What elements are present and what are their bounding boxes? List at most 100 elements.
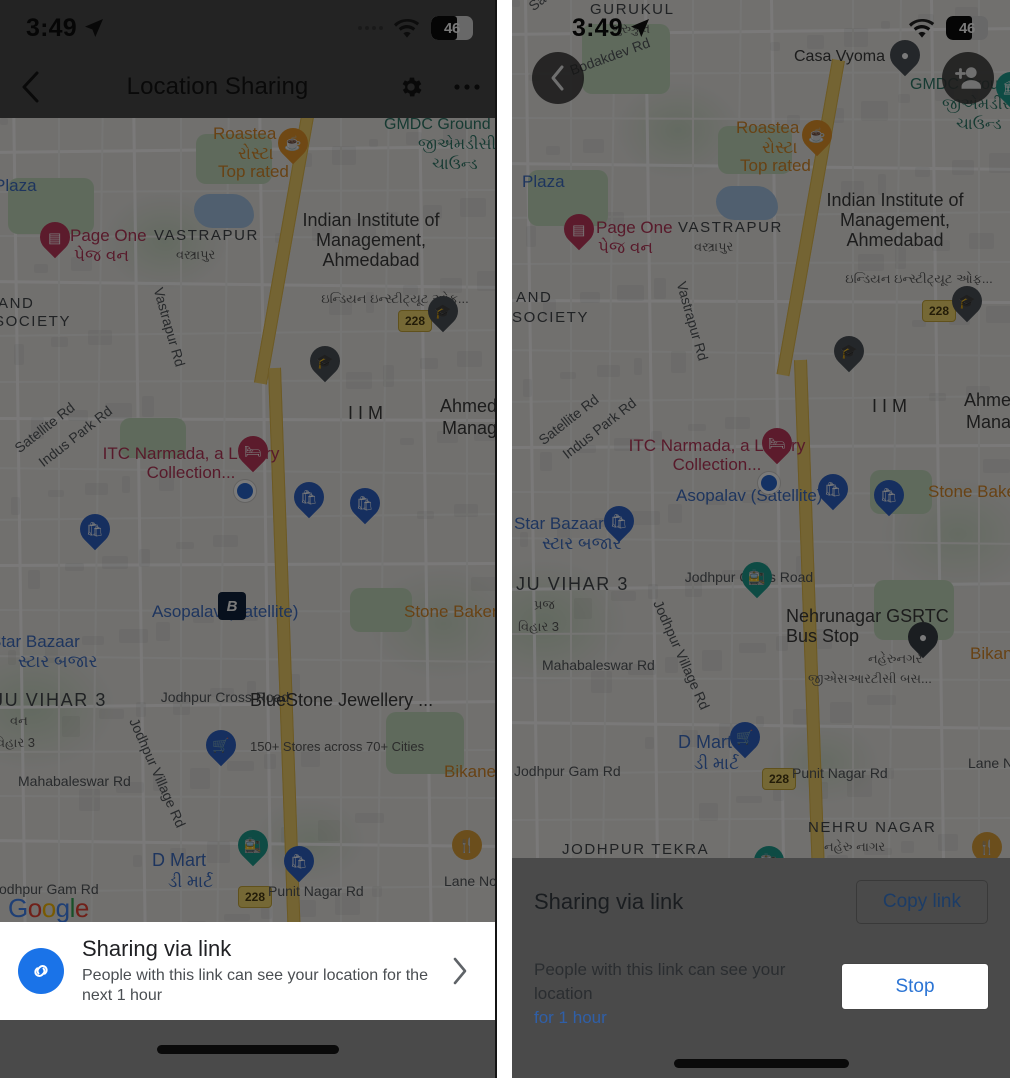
map-pin-shop[interactable]: 🛍 (811, 467, 855, 514)
map-label: વસ્ત્રાપુર (694, 239, 734, 254)
right-phone-panel: 228 228 ● 🏛 ☕ ▤ 🎓 🎓 🛏 🛍 🛍 🛍 🚉 ● 🛒 🚉 🍴 Sa… (512, 0, 1010, 1078)
map-pin-star-bazaar[interactable]: 🛍 (597, 499, 641, 546)
stop-button[interactable]: Stop (842, 964, 988, 1009)
copy-link-button[interactable]: Copy link (855, 880, 988, 924)
left-phone-panel: 228 228 ☕ ▤ 🎓 🎓 🛏 🛍 🛍 🛍 B 🛒 🚉 🛍 🍴 Google… (0, 0, 497, 1078)
highway-shield: 228 (762, 768, 796, 790)
settings-button[interactable] (383, 74, 439, 100)
map-logo-bluestone[interactable]: B (218, 592, 246, 620)
map-label: D Mart (678, 732, 732, 752)
map-label: Management (966, 412, 1010, 432)
app-bar: Location Sharing (0, 56, 495, 118)
map-pin-itc-narmada[interactable]: 🛏 (755, 421, 799, 468)
overflow-menu-button[interactable] (439, 83, 495, 91)
map-pin-school[interactable]: 🎓 (303, 339, 347, 386)
map-label: વિહાર 3 (518, 619, 560, 634)
map-label: SOCIETY (512, 309, 590, 326)
map-label: AND (516, 289, 553, 306)
map-icon-restaurant[interactable]: 🍴 (452, 830, 482, 860)
map-pin-shop[interactable]: 🛍 (277, 839, 321, 886)
map-label: Stone Bakery (928, 482, 1010, 501)
map-label: Plaza (522, 172, 565, 191)
map-label: Jodhpur Gam Rd (514, 763, 621, 779)
map-pin-dmart[interactable]: 🛒 (199, 723, 243, 770)
map-icon-restaurant[interactable]: 🍴 (972, 832, 1002, 858)
map-pin-gmdc[interactable]: 🏛 (989, 65, 1010, 112)
map-label: JODHPUR TEKRA (562, 841, 710, 858)
wifi-icon (394, 18, 420, 38)
sheet-description: People with this link can see your locat… (534, 960, 786, 1004)
map-label: JU VIHAR 3 (0, 690, 108, 710)
map-label: I I M (348, 403, 383, 423)
map-label: Bikaner (444, 762, 495, 781)
map-label: NEHRU NAGAR (808, 819, 937, 836)
map-label: Punit Nagar Rd (268, 883, 364, 899)
map-canvas-left[interactable]: 228 228 ☕ ▤ 🎓 🎓 🛏 🛍 🛍 🛍 B 🛒 🚉 🛍 🍴 Google… (0, 118, 495, 930)
map-label: Roastea (736, 118, 800, 137)
map-label: SOCIETY (0, 313, 72, 330)
map-label: Indian Institute of Management, Ahmedaba… (302, 210, 440, 271)
map-pin-star-bazaar[interactable]: 🛍 (73, 507, 117, 554)
home-indicator[interactable] (673, 1059, 849, 1068)
map-label: રોસ્ટા (762, 138, 798, 157)
map-pin-transit[interactable]: 🚉 (747, 839, 791, 858)
map-pin-school[interactable]: 🎓 (945, 279, 989, 326)
map-label: Lane No. (444, 873, 495, 889)
map-canvas-right[interactable]: 228 228 ● 🏛 ☕ ▤ 🎓 🎓 🛏 🛍 🛍 🛍 🚉 ● 🛒 🚉 🍴 Sa… (512, 0, 1010, 858)
map-label: VASTRAPUR (678, 219, 783, 236)
sharing-via-link-card[interactable]: Sharing via link People with this link c… (0, 922, 495, 1020)
map-pin-school[interactable]: 🎓 (827, 329, 871, 376)
map-label: ડી માર્ટ (168, 872, 213, 891)
add-person-button[interactable] (942, 52, 994, 104)
map-label: રોસ્ટા (238, 144, 274, 163)
map-current-location-dot[interactable] (234, 480, 256, 502)
home-indicator[interactable] (156, 1044, 339, 1054)
chevron-right-icon[interactable] (451, 956, 479, 986)
map-pin-roastea[interactable]: ☕ (271, 121, 315, 168)
map-label: 150+ Stores across 70+ Cities (250, 739, 425, 754)
map-pin-transit[interactable]: 🚉 (735, 555, 779, 602)
map-label: Roastea (213, 124, 277, 143)
map-pin-dmart[interactable]: 🛒 (723, 715, 767, 762)
map-label: વન (10, 713, 28, 728)
navigation-arrow-icon (630, 18, 650, 38)
map-label: નહેરુ નાગર (824, 839, 886, 854)
map-label: Asopalav (Satellite) (676, 486, 823, 505)
map-pin-roastea[interactable]: ☕ (795, 113, 839, 160)
map-label: પેજ વન (598, 238, 654, 257)
map-pin-transit[interactable]: 🚉 (231, 823, 275, 870)
battery-level: 46 (443, 19, 461, 37)
map-label: ચાઉન્ડ (432, 156, 478, 173)
map-label: Indian Institute of Management, Ahmedaba… (826, 190, 964, 251)
map-label: Ahmedabad (440, 396, 495, 416)
map-label: ચાઉન્ડ (956, 116, 1002, 133)
map-pin-page-one[interactable]: ▤ (33, 215, 77, 262)
highway-shield: 228 (238, 886, 272, 908)
map-pin-itc-narmada[interactable]: 🛏 (231, 429, 275, 476)
map-pin-bus-stop[interactable]: ● (901, 615, 945, 662)
map-pin-shop[interactable]: 🛍 (287, 475, 331, 522)
home-indicator-area-left (0, 1020, 495, 1078)
map-back-button[interactable] (532, 52, 584, 104)
home-indicator-area-right (512, 1059, 1010, 1068)
signal-dots-icon (358, 26, 383, 30)
map-label: પ્રજ (534, 597, 555, 612)
map-pin-shop[interactable]: 🛍 (343, 481, 387, 528)
card-title: Sharing via link (82, 935, 232, 961)
status-bar-right: 3:49 46 (512, 0, 1010, 56)
map-pin-school[interactable]: 🎓 (421, 289, 465, 336)
map-label: જીએસઆરટીસી બસ... (808, 671, 932, 686)
page-title: Location Sharing (126, 73, 309, 100)
map-label: Nehrunagar GSRTC Bus Stop (786, 606, 949, 647)
map-pin-page-one[interactable]: ▤ (557, 207, 601, 254)
map-label: જીએમડીસી (418, 136, 495, 153)
map-label: Punit Nagar Rd (792, 765, 888, 781)
map-label: GMDC Ground (384, 118, 491, 133)
map-label: JU VIHAR 3 (516, 574, 630, 594)
map-label: Star Bazaar (0, 632, 80, 651)
map-pin-shop[interactable]: 🛍 (867, 473, 911, 520)
sheet-title: Sharing via link (534, 889, 684, 914)
sheet-duration[interactable]: for 1 hour (534, 1008, 804, 1028)
map-current-location-dot[interactable] (758, 472, 780, 494)
map-label: VASTRAPUR (154, 227, 259, 244)
